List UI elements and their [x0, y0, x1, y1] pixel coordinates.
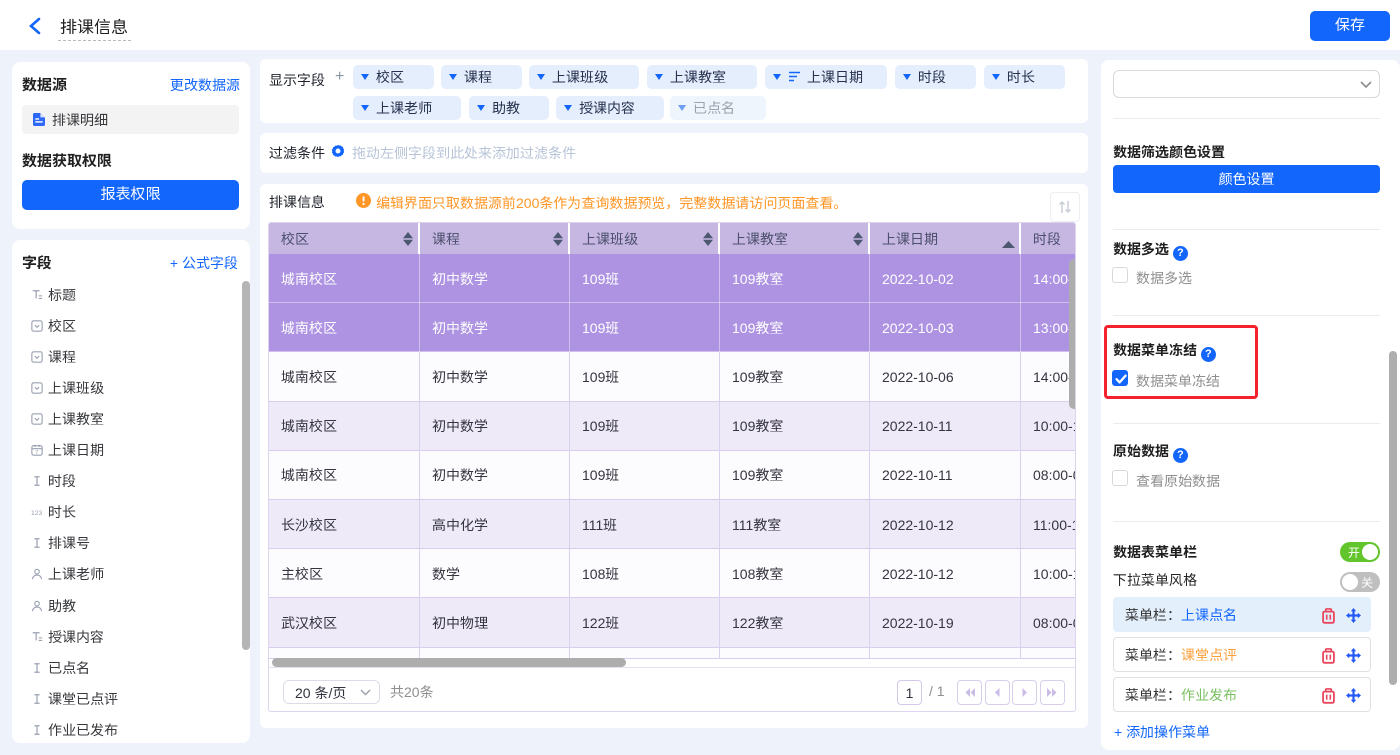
svg-text:123: 123 — [31, 510, 43, 517]
svg-text:7: 7 — [35, 450, 38, 456]
